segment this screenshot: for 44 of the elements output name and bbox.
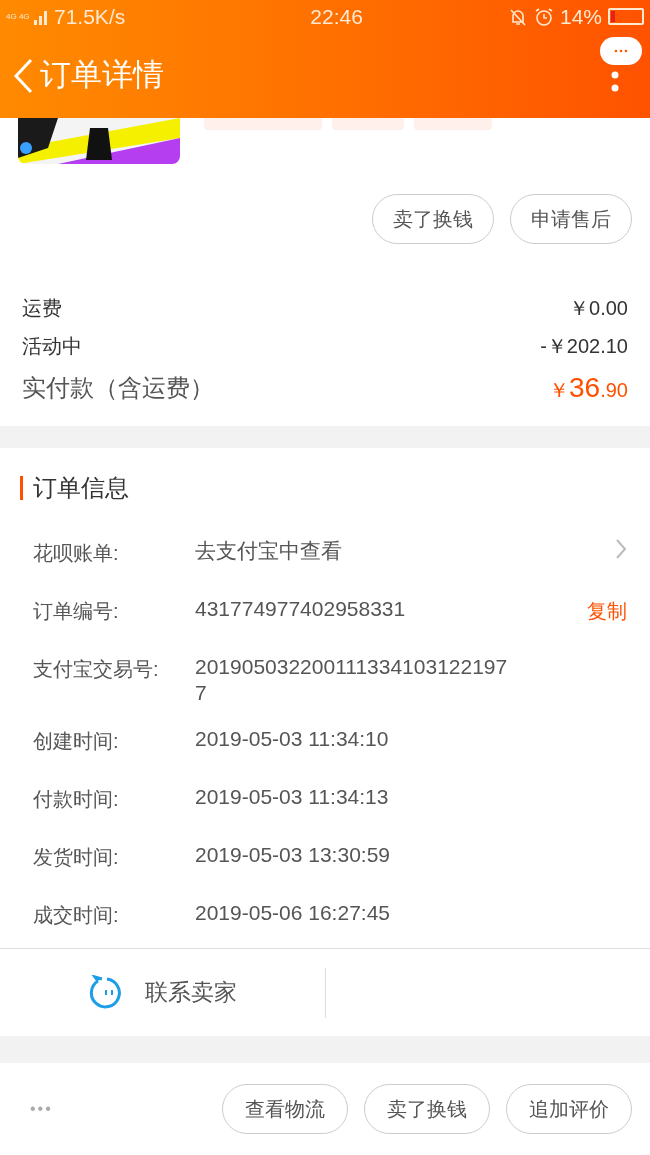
contact-seller-button[interactable]: 联系卖家 <box>0 949 325 1036</box>
action-button[interactable]: 卖了换钱 <box>372 194 494 244</box>
action-button[interactable]: 查看物流 <box>222 1084 348 1134</box>
info-value: 2019-05-06 16:27:45 <box>195 900 391 926</box>
fee-value: -￥202.10 <box>540 334 628 359</box>
page-title: 订单详情 <box>40 56 164 95</box>
info-label: 成交时间: <box>33 903 120 928</box>
info-label: 花呗账单: <box>33 541 120 566</box>
fee-label: 活动中 <box>22 334 82 359</box>
vertical-dots-icon <box>611 71 619 93</box>
clock: 22:46 <box>310 3 363 30</box>
section-title: 订单信息 <box>33 473 129 503</box>
chevron-right-icon[interactable] <box>615 538 627 560</box>
back-icon[interactable] <box>12 57 34 94</box>
info-value: 2019-05-03 11:34:10 <box>195 726 390 752</box>
currency-symbol: ￥ <box>549 378 570 403</box>
info-value: 2019-05-03 11:34:13 <box>195 784 390 810</box>
info-label: 订单编号: <box>33 599 120 624</box>
section-marker <box>20 476 23 500</box>
more-button[interactable] <box>600 37 642 93</box>
info-value: 2019050322001113341031221977 <box>195 654 509 706</box>
fee-label: 运费 <box>22 296 62 321</box>
action-button[interactable]: 追加评价 <box>506 1084 632 1134</box>
battery-percent: 14% <box>559 3 602 30</box>
info-value: 2019-05-03 13:30:59 <box>195 842 391 868</box>
total-decimal: .90 <box>600 378 628 403</box>
info-label: 支付宝交易号: <box>33 657 160 682</box>
alarm-icon <box>533 6 554 27</box>
network-indicator: 4G 4G <box>6 12 30 21</box>
signal-icon <box>34 8 50 25</box>
info-value: 431774977402958331 <box>195 596 407 622</box>
total-integer: 36 <box>569 371 601 405</box>
action-button[interactable]: 卖了换钱 <box>364 1084 490 1134</box>
info-label: 发货时间: <box>33 845 120 870</box>
info-label: 创建时间: <box>33 729 120 754</box>
total-label: 实付款（含运费） <box>22 373 214 403</box>
fee-value: ￥0.00 <box>569 296 628 321</box>
network-speed: 71.5K/s <box>54 3 126 30</box>
info-value[interactable]: 去支付宝中查看 <box>195 538 515 564</box>
action-button[interactable]: 申请售后 <box>510 194 632 244</box>
service-tag <box>332 118 404 130</box>
info-label: 付款时间: <box>33 787 120 812</box>
battery-icon <box>608 8 644 25</box>
more-icon <box>614 49 628 53</box>
